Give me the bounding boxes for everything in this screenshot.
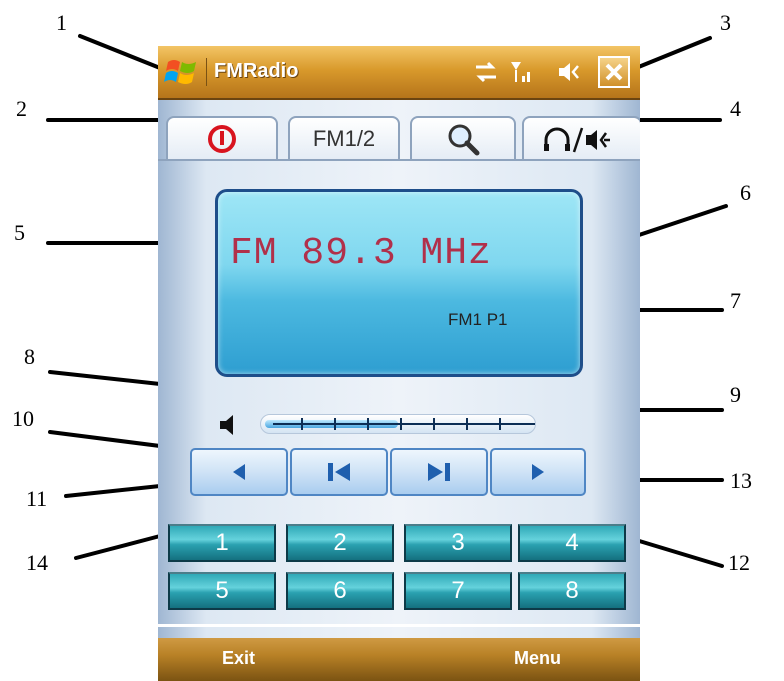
windows-start-icon[interactable] (164, 54, 200, 90)
menu-softkey[interactable]: Menu (514, 648, 561, 669)
soft-key-bar: Exit Menu (158, 638, 640, 681)
preset-label: 5 (215, 577, 229, 604)
tab-bar: FM1/2 (166, 116, 640, 160)
callout-10: 10 (12, 406, 34, 431)
preset-button-6[interactable]: 6 (286, 572, 394, 610)
callout-2: 2 (16, 96, 27, 121)
tab-underline (158, 159, 640, 161)
previous-station-icon (328, 463, 350, 481)
callout-5: 5 (14, 220, 25, 245)
preset-label: 7 (451, 577, 465, 604)
preset-button-3[interactable]: 3 (404, 524, 512, 562)
title-bar: FMRadio (158, 46, 640, 100)
signal-icon[interactable] (508, 58, 536, 86)
preset-button-2[interactable]: 2 (286, 524, 394, 562)
seek-back-button[interactable] (190, 448, 288, 496)
callout-3: 3 (720, 10, 731, 35)
band-preset-text: FM1 P1 (448, 310, 508, 329)
callout-6: 6 (740, 180, 751, 205)
search-icon (448, 124, 480, 156)
preset-label: 8 (565, 577, 579, 604)
callout-4: 4 (730, 96, 741, 121)
volume-tick (499, 418, 501, 430)
volume-tick (466, 418, 468, 430)
tab-power[interactable] (166, 116, 278, 160)
previous-station-button[interactable] (290, 448, 388, 496)
next-station-icon (428, 463, 450, 481)
power-icon (208, 125, 236, 153)
preset-button-8[interactable]: 8 (518, 572, 626, 610)
callout-9: 9 (730, 382, 741, 407)
volume-icon[interactable] (218, 412, 244, 438)
sync-icon[interactable] (472, 58, 500, 86)
close-icon (605, 63, 623, 81)
preset-button-7[interactable]: 7 (404, 572, 512, 610)
next-station-button[interactable] (390, 448, 488, 496)
volume-tick (334, 418, 336, 430)
preset-button-5[interactable]: 5 (168, 572, 276, 610)
preset-label: 3 (451, 529, 465, 556)
radio-app-screen: FMRadio FM1/2 FM 89.3 MHz FM1 P1 1 2 3 4… (158, 46, 640, 681)
preset-button-1[interactable]: 1 (168, 524, 276, 562)
speaker-muted-icon[interactable] (556, 58, 584, 86)
callout-14: 14 (26, 550, 48, 575)
preset-label: 2 (333, 529, 347, 556)
close-button[interactable] (598, 56, 630, 88)
callout-11: 11 (26, 486, 48, 511)
volume-tick (301, 418, 303, 430)
bottom-separator (158, 624, 640, 627)
callout-13: 13 (730, 468, 752, 493)
seek-back-icon (233, 464, 245, 480)
callout-12: 12 (728, 550, 750, 575)
tab-band[interactable]: FM1/2 (288, 116, 400, 160)
volume-slider[interactable] (260, 414, 536, 434)
seek-forward-button[interactable] (490, 448, 586, 496)
volume-tick (400, 418, 402, 430)
preset-label: 4 (565, 529, 579, 556)
callout-7: 7 (730, 288, 741, 313)
preset-label: 1 (215, 529, 229, 556)
frequency-text: FM 89.3 MHz (230, 232, 492, 275)
frequency-display: FM 89.3 MHz FM1 P1 (215, 189, 583, 377)
preset-button-4[interactable]: 4 (518, 524, 626, 562)
preset-label: 6 (333, 577, 347, 604)
volume-tick (367, 418, 369, 430)
tab-search[interactable] (410, 116, 516, 160)
headphone-speaker-icon (544, 127, 610, 153)
volume-scale-line (273, 423, 535, 425)
app-title: FMRadio (214, 60, 299, 82)
callout-8: 8 (24, 344, 35, 369)
tab-band-label: FM1/2 (312, 126, 376, 151)
tab-audio-output[interactable] (522, 116, 640, 160)
exit-softkey[interactable]: Exit (222, 648, 255, 669)
callout-1: 1 (56, 10, 67, 35)
seek-forward-icon (532, 464, 544, 480)
volume-tick (433, 418, 435, 430)
title-separator (206, 58, 207, 86)
